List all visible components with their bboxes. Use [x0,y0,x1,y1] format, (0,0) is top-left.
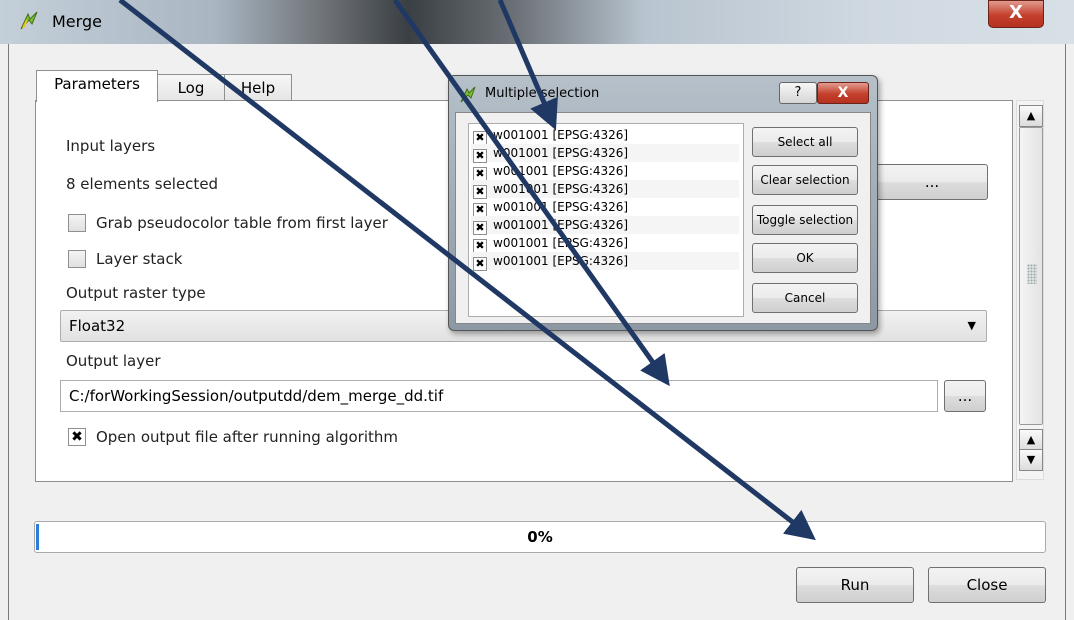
list-item[interactable]: ✖ w001001 [EPSG:4326] [471,144,739,163]
tab-log[interactable]: Log [157,74,225,101]
vertical-scrollbar[interactable]: ▲ ▲ ▼ [1016,100,1044,480]
checkmark-icon[interactable]: ✖ [473,149,487,163]
checkmark-icon[interactable]: ✖ [473,203,487,217]
layer-stack-checkbox[interactable] [68,250,86,268]
help-icon: ? [794,85,802,100]
checkmark-icon[interactable]: ✖ [473,131,487,145]
list-item[interactable]: ✖ w001001 [EPSG:4326] [471,252,739,271]
list-item[interactable]: ✖ w001001 [EPSG:4326] [471,198,739,217]
output-raster-type-label: Output raster type [66,284,206,302]
output-layer-label: Output layer [66,352,161,370]
output-raster-type-value: Float32 [69,317,126,335]
output-layer-browse-button[interactable]: ... [944,380,986,412]
checkmark-icon[interactable]: ✖ [473,239,487,253]
qgis-app-icon [460,86,476,103]
list-item-label: w001001 [EPSG:4326] [493,164,629,178]
dialog-title: Multiple selection [485,86,600,101]
scroll-down-icon[interactable]: ▼ [1019,449,1043,471]
list-item[interactable]: ✖ w001001 [EPSG:4326] [471,234,739,253]
tab-help[interactable]: Help [224,74,292,101]
list-item-label: w001001 [EPSG:4326] [493,236,629,250]
qgis-app-icon [20,11,38,30]
input-layers-label: Input layers [66,137,156,155]
run-button[interactable]: Run [796,567,914,603]
list-item-label: w001001 [EPSG:4326] [493,128,629,142]
scroll-up-icon[interactable]: ▲ [1019,105,1043,127]
close-icon: X [1009,2,1023,23]
list-item[interactable]: ✖ w001001 [EPSG:4326] [471,126,739,145]
open-output-label: Open output file after running algorithm [96,428,398,446]
grip-icon [1027,264,1037,284]
tab-label: Help [240,79,276,97]
ok-button[interactable]: OK [752,243,858,273]
scroll-up-icon[interactable]: ▲ [1019,429,1043,451]
grab-pseudocolor-checkbox[interactable] [68,214,86,232]
checkmark-icon[interactable]: ✖ [473,221,487,235]
output-layer-path-input[interactable]: C:/forWorkingSession/outputdd/dem_merge_… [60,380,938,412]
input-layers-summary: 8 elements selected [66,175,219,193]
merge-window: Merge X Parameters Log Help Input layers… [0,0,1074,620]
grab-pseudocolor-label: Grab pseudocolor table from first layer [96,214,388,232]
close-button[interactable]: Close [928,567,1046,603]
clear-selection-button[interactable]: Clear selection [752,165,858,195]
tab-label: Log [177,79,205,97]
list-item-label: w001001 [EPSG:4326] [493,218,629,232]
progress-bar: 0% [34,521,1046,553]
select-all-button[interactable]: Select all [752,127,858,157]
progress-text: 0% [527,528,553,546]
list-item[interactable]: ✖ w001001 [EPSG:4326] [471,162,739,181]
layer-list[interactable]: ✖ w001001 [EPSG:4326] ✖ w001001 [EPSG:4326… [468,123,744,317]
input-layers-browse-button[interactable]: ... [876,164,988,200]
close-icon: X [837,85,849,101]
window-title: Merge [52,12,102,31]
tab-label: Parameters [54,75,140,93]
list-item[interactable]: ✖ w001001 [EPSG:4326] [471,180,739,199]
layer-stack-label: Layer stack [96,250,183,268]
chevron-down-icon: ▼ [967,319,976,332]
cancel-button[interactable]: Cancel [752,283,858,313]
open-output-checkbox[interactable]: ✖ [68,428,86,446]
list-item-label: w001001 [EPSG:4326] [493,200,629,214]
checkmark-icon: ✖ [71,429,83,445]
title-bar[interactable]: Merge X [0,0,1074,44]
list-item-label: w001001 [EPSG:4326] [493,146,629,160]
dialog-body: ✖ w001001 [EPSG:4326] ✖ w001001 [EPSG:4326… [455,112,871,324]
toggle-selection-button[interactable]: Toggle selection [752,205,858,235]
checkmark-icon[interactable]: ✖ [473,185,487,199]
help-button[interactable]: ? [779,82,817,104]
checkmark-icon[interactable]: ✖ [473,167,487,181]
tab-parameters[interactable]: Parameters [36,70,158,102]
list-item[interactable]: ✖ w001001 [EPSG:4326] [471,216,739,235]
list-item-label: w001001 [EPSG:4326] [493,182,629,196]
list-item-label: w001001 [EPSG:4326] [493,254,629,268]
window-close-button[interactable]: X [988,0,1044,28]
checkmark-icon[interactable]: ✖ [473,257,487,271]
scrollbar-thumb[interactable] [1019,127,1043,425]
multiple-selection-dialog: Multiple selection ? X ✖ w001001 [EPSG:43… [448,75,878,331]
dialog-close-button[interactable]: X [817,82,869,104]
